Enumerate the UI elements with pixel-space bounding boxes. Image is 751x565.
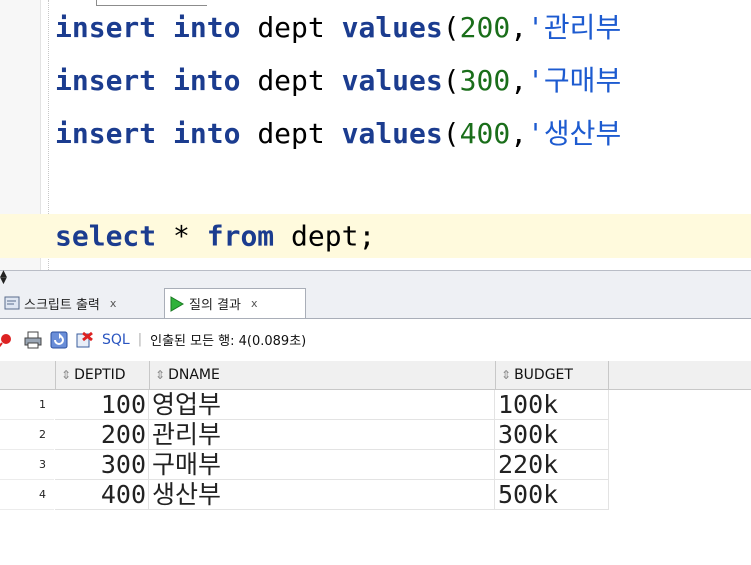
paren: ( <box>442 117 460 150</box>
cell-budget[interactable]: 300k <box>495 420 609 450</box>
row-number: 1 <box>0 390 54 420</box>
table-name: dept; <box>274 219 376 253</box>
column-header-dname[interactable]: ⇕ DNAME <box>149 361 495 389</box>
sort-icon[interactable]: ⇕ <box>61 368 71 382</box>
cell-budget[interactable]: 100k <box>495 390 609 420</box>
keyword-values: values <box>341 64 443 97</box>
cell-deptid[interactable]: 300 <box>55 450 149 480</box>
paren: ( <box>442 11 460 44</box>
row-number: 4 <box>0 480 54 510</box>
tab-query-result[interactable]: 질의 결과 x <box>164 288 306 318</box>
keyword-insert: insert <box>55 117 157 150</box>
number-literal: 400 <box>459 117 511 150</box>
cell-dname[interactable]: 관리부 <box>149 420 495 450</box>
toolbar-separator: | <box>137 332 143 347</box>
paren: ( <box>442 64 460 97</box>
column-header-label: BUDGET <box>514 367 573 383</box>
refresh-icon[interactable] <box>50 331 68 349</box>
keyword-select: select <box>55 219 157 253</box>
table-name: dept <box>257 117 325 150</box>
code-line[interactable]: insert into dept values(300,'구매부 <box>0 57 751 101</box>
code-line[interactable]: insert into dept values(400,'생산부 <box>0 110 751 154</box>
tab-script-output[interactable]: 스크립트 출력 x <box>0 288 162 318</box>
column-header-budget[interactable]: ⇕ BUDGET <box>495 361 609 389</box>
number-literal: 200 <box>459 11 511 44</box>
comma: , <box>510 117 528 150</box>
star-operator: * <box>156 219 207 253</box>
current-code-line[interactable]: select * from dept; <box>0 214 751 258</box>
code-line[interactable]: insert into dept values(200,'관리부 <box>0 4 751 48</box>
keyword-insert: insert <box>55 11 157 44</box>
cell-deptid[interactable]: 100 <box>55 390 149 420</box>
table-name: dept <box>257 64 325 97</box>
keyword-into: into <box>173 11 241 44</box>
cell-dname[interactable]: 영업부 <box>149 390 495 420</box>
results-tab-bar: 스크립트 출력 x 질의 결과 x <box>0 284 751 319</box>
cell-budget[interactable]: 500k <box>495 480 609 510</box>
tab-label: 질의 결과 <box>189 298 241 313</box>
keyword-values: values <box>341 117 443 150</box>
string-literal: '구매부 <box>527 64 622 97</box>
string-literal: '관리부 <box>527 11 622 44</box>
table-row[interactable]: 2 200 관리부 300k <box>0 420 751 450</box>
column-header-deptid[interactable]: ⇕ DEPTID <box>55 361 149 389</box>
table-row[interactable]: 3 300 구매부 220k <box>0 450 751 480</box>
collapse-arrows-icon[interactable]: ▲ ▼ <box>0 270 12 286</box>
close-icon[interactable]: x <box>110 297 117 310</box>
column-header-label: DNAME <box>168 367 220 383</box>
comma: , <box>510 11 528 44</box>
column-header-label: DEPTID <box>74 367 126 383</box>
sql-editor[interactable]: insert into dept values(200,'관리부 insert … <box>0 0 751 270</box>
keyword-values: values <box>341 11 443 44</box>
table-row[interactable]: 4 400 생산부 500k <box>0 480 751 510</box>
pin-icon[interactable] <box>0 331 16 349</box>
fetch-status: 인출된 모든 행: 4(0.089초) <box>150 334 307 349</box>
keyword-into: into <box>173 117 241 150</box>
cell-budget[interactable]: 220k <box>495 450 609 480</box>
sql-button[interactable]: SQL <box>102 332 130 348</box>
table-row[interactable]: 1 100 영업부 100k <box>0 390 751 420</box>
result-grid-header: ⇕ DEPTID ⇕ DNAME ⇕ BUDGET <box>0 361 751 390</box>
string-literal: '생산부 <box>527 117 622 150</box>
keyword-insert: insert <box>55 64 157 97</box>
results-toolbar: SQL | 인출된 모든 행: 4(0.089초) <box>0 319 751 360</box>
comma: , <box>510 64 528 97</box>
cell-dname[interactable]: 생산부 <box>149 480 495 510</box>
pane-splitter[interactable]: ▲ ▼ <box>0 270 751 286</box>
sort-icon[interactable]: ⇕ <box>501 368 511 382</box>
cell-deptid[interactable]: 200 <box>55 420 149 450</box>
row-number: 3 <box>0 450 54 480</box>
export-icon[interactable] <box>76 331 94 349</box>
script-output-icon <box>4 295 20 311</box>
run-query-icon <box>169 295 185 312</box>
table-name: dept <box>257 11 325 44</box>
row-number: 2 <box>0 420 54 450</box>
cell-dname[interactable]: 구매부 <box>149 450 495 480</box>
sort-icon[interactable]: ⇕ <box>155 368 165 382</box>
keyword-into: into <box>173 64 241 97</box>
keyword-from: from <box>206 219 275 253</box>
number-literal: 300 <box>459 64 511 97</box>
close-icon[interactable]: x <box>251 297 258 310</box>
cell-deptid[interactable]: 400 <box>55 480 149 510</box>
tab-label: 스크립트 출력 <box>24 297 100 313</box>
print-icon[interactable] <box>24 331 42 349</box>
